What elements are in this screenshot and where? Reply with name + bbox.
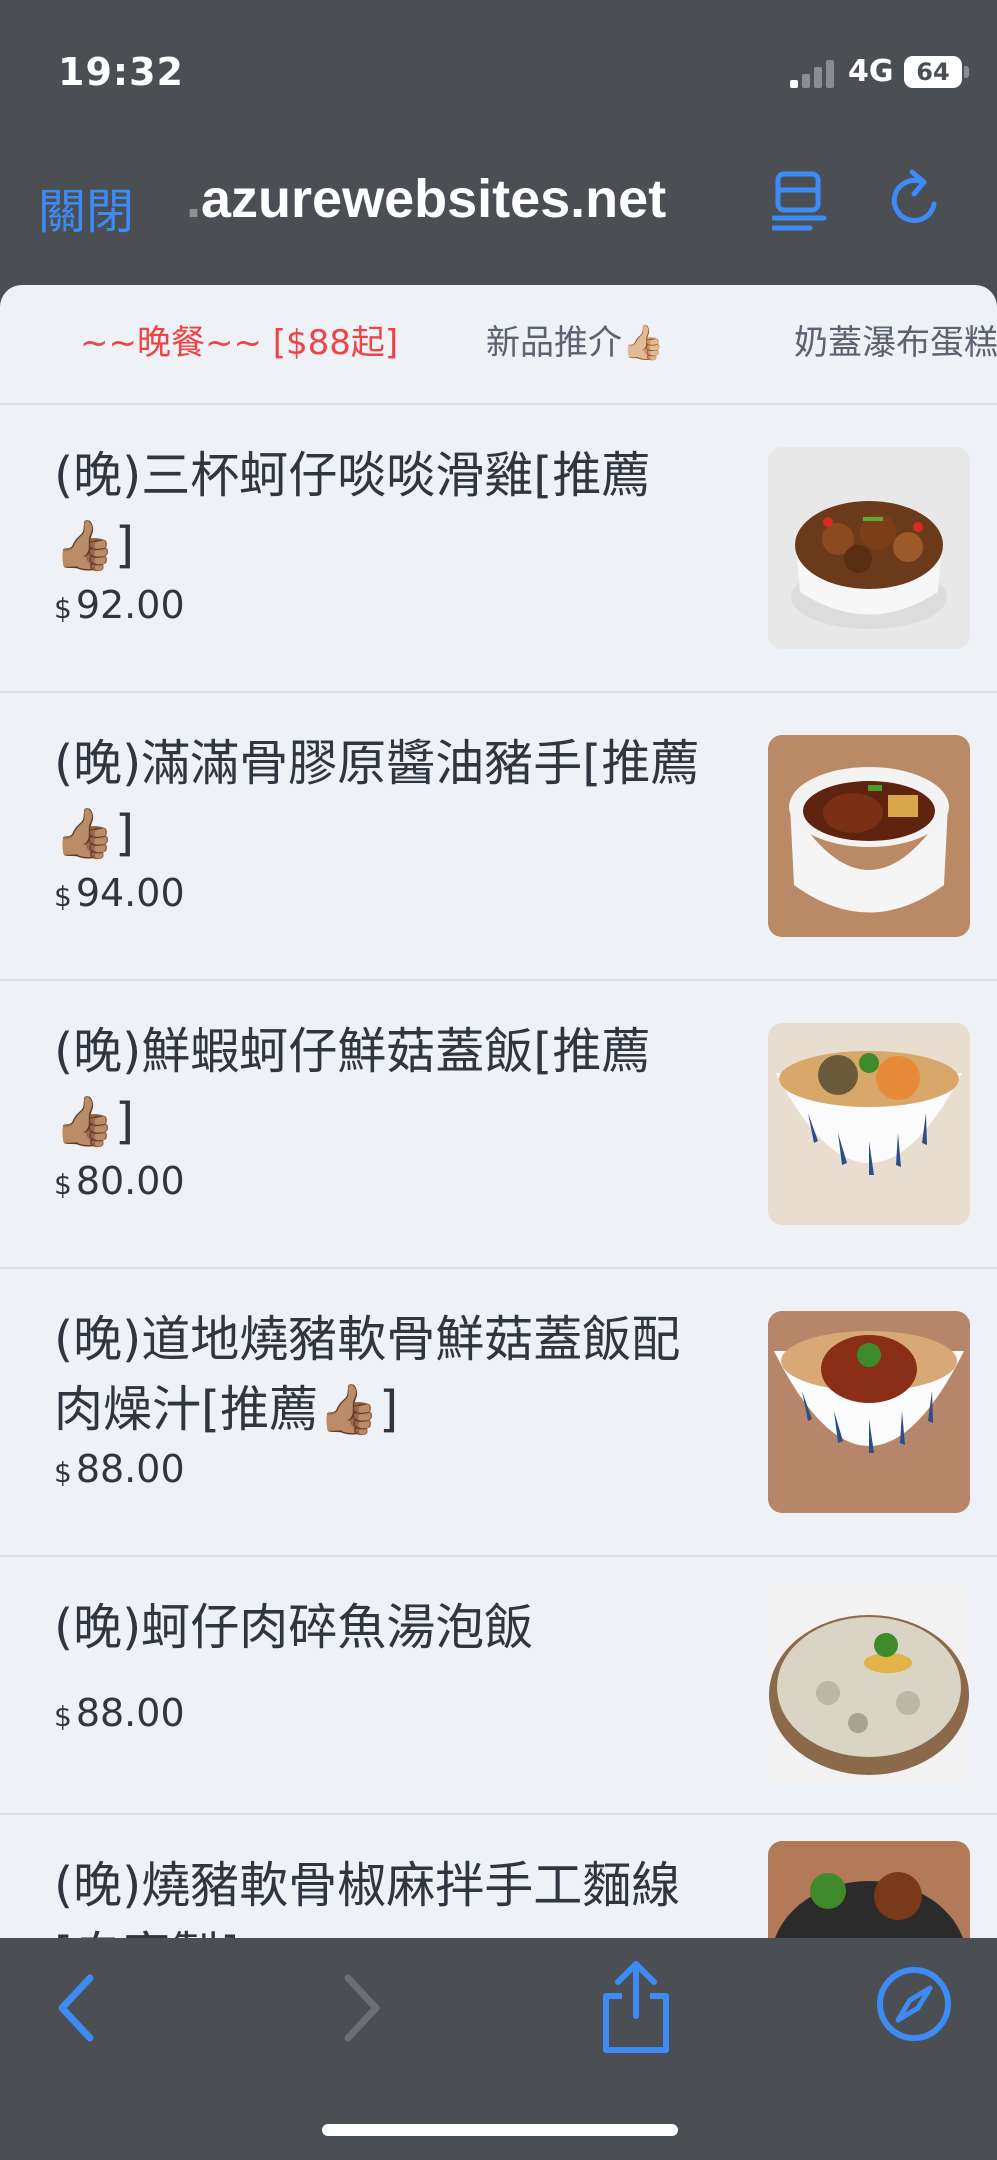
reader-list-icon[interactable] — [772, 168, 828, 232]
food-photo — [768, 1311, 970, 1513]
tab-cream-cake[interactable]: 奶蓋瀑布蛋糕 — [794, 313, 997, 373]
item-price: $88.00 — [54, 1691, 185, 1735]
food-photo — [768, 1841, 970, 1938]
menu-item[interactable]: (晚)蚵仔肉碎魚湯泡飯 $88.00 — [0, 1557, 997, 1815]
food-photo — [768, 735, 970, 937]
tab-dinner[interactable]: ~~晚餐~~ [$88起] — [80, 313, 398, 373]
home-indicator — [322, 2124, 678, 2136]
item-price: $94.00 — [54, 871, 185, 915]
url-bar[interactable]: .azurewebsites.net — [186, 168, 666, 230]
item-name: (晚)三杯蚵仔啖啖滑雞[推薦👍🏽] — [54, 447, 651, 574]
compass-icon[interactable] — [874, 1964, 954, 2044]
chevron-right-icon[interactable] — [330, 1968, 390, 2048]
network-type: 4G — [848, 54, 894, 89]
url-prefix-dot: . — [186, 169, 202, 229]
item-price: $92.00 — [54, 583, 185, 627]
menu-item[interactable]: (晚)鮮蝦蚵仔鮮菇蓋飯[推薦👍🏽] $80.00 — [0, 981, 997, 1269]
item-name: (晚)鮮蝦蚵仔鮮菇蓋飯[推薦👍🏽] — [54, 1023, 651, 1150]
food-photo — [768, 1023, 970, 1225]
browser-header: 關閉 .azurewebsites.net — [0, 120, 997, 285]
category-tabs: ~~晚餐~~ [$88起] 新品推介👍🏼 奶蓋瀑布蛋糕 — [0, 285, 997, 405]
menu-item[interactable]: (晚)燒豬軟骨椒麻拌手工麵線[自家製] — [0, 1815, 997, 1938]
status-bar: 19:32 4G 64 — [0, 0, 997, 120]
food-photo — [768, 1583, 970, 1785]
reload-icon[interactable] — [886, 166, 946, 232]
close-button[interactable]: 關閉 — [38, 172, 134, 242]
item-price: $80.00 — [54, 1159, 185, 1203]
share-icon[interactable] — [596, 1958, 676, 2058]
item-name: (晚)道地燒豬軟骨鮮菇蓋飯配肉燥汁[推薦👍🏽] — [54, 1311, 681, 1438]
item-price: $88.00 — [54, 1447, 185, 1491]
item-name: (晚)蚵仔肉碎魚湯泡飯 — [54, 1599, 534, 1656]
tab-new-items[interactable]: 新品推介👍🏼 — [486, 313, 664, 373]
menu-item[interactable]: (晚)三杯蚵仔啖啖滑雞[推薦👍🏽] $92.00 — [0, 405, 997, 693]
battery-icon: 64 — [904, 56, 962, 88]
item-name: (晚)燒豬軟骨椒麻拌手工麵線[自家製] — [54, 1857, 681, 1938]
item-name: (晚)滿滿骨膠原醬油豬手[推薦👍🏽] — [54, 735, 700, 862]
status-time: 19:32 — [58, 50, 184, 94]
page-content: ~~晚餐~~ [$88起] 新品推介👍🏼 奶蓋瀑布蛋糕 (晚)三杯蚵仔啖啖滑雞[… — [0, 285, 997, 1938]
chevron-left-icon[interactable] — [48, 1968, 108, 2048]
food-photo — [768, 447, 970, 649]
menu-item[interactable]: (晚)滿滿骨膠原醬油豬手[推薦👍🏽] $94.00 — [0, 693, 997, 981]
battery-cap — [964, 66, 969, 78]
signal-icon — [790, 58, 838, 88]
menu-item[interactable]: (晚)道地燒豬軟骨鮮菇蓋飯配肉燥汁[推薦👍🏽] $88.00 — [0, 1269, 997, 1557]
url-text: azurewebsites.net — [201, 169, 667, 229]
